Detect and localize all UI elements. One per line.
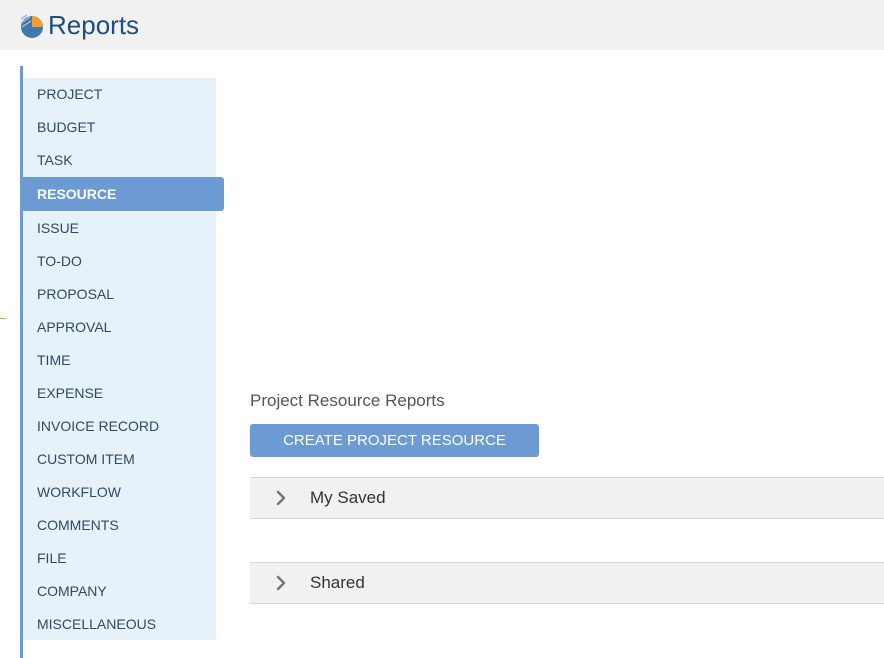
sidebar-item-proposal[interactable]: PROPOSAL xyxy=(23,278,216,311)
sidebar-item-custom-item[interactable]: CUSTOM ITEM xyxy=(23,443,216,476)
sidebar-item-invoice-record[interactable]: INVOICE RECORD xyxy=(23,410,216,443)
page-title: Reports xyxy=(48,10,140,40)
sidebar-item-expense[interactable]: EXPENSE xyxy=(23,377,216,410)
sidebar-item-file[interactable]: FILE xyxy=(23,542,216,575)
chevron-right-icon xyxy=(276,575,286,591)
accordion-shared[interactable]: Shared xyxy=(250,562,884,604)
sidebar-item-workflow[interactable]: WORKFLOW xyxy=(23,476,216,509)
sidebar-item-company[interactable]: COMPANY xyxy=(23,575,216,608)
divider xyxy=(0,318,6,319)
sidebar-item-budget[interactable]: BUDGET xyxy=(23,111,216,144)
sidebar-item-time[interactable]: TIME xyxy=(23,344,216,377)
sidebar-item-to-do[interactable]: TO-DO xyxy=(23,245,216,278)
chevron-right-icon xyxy=(276,490,286,506)
accordion-label: Shared xyxy=(310,573,365,592)
accordion-label: My Saved xyxy=(310,488,386,507)
reports-logo-icon xyxy=(20,14,43,38)
sidebar-item-comments[interactable]: COMMENTS xyxy=(23,509,216,542)
sidebar-item-issue[interactable]: ISSUE xyxy=(23,212,216,245)
sidebar-item-miscellaneous[interactable]: MISCELLANEOUS xyxy=(23,608,216,641)
accordion-my-saved[interactable]: My Saved xyxy=(250,477,884,519)
app-header: Reports xyxy=(0,0,884,50)
reports-sidebar: PROJECT BUDGET TASK RESOURCE ISSUE TO-DO… xyxy=(23,78,224,641)
sidebar-item-resource[interactable]: RESOURCE xyxy=(23,177,224,211)
sidebar-item-project[interactable]: PROJECT xyxy=(23,78,216,111)
create-report-button[interactable]: CREATE PROJECT RESOURCE REPORT xyxy=(250,424,539,482)
section-title: Project Resource Reports xyxy=(250,391,445,410)
sidebar-item-approval[interactable]: APPROVAL xyxy=(23,311,216,344)
sidebar-item-task[interactable]: TASK xyxy=(23,144,216,177)
